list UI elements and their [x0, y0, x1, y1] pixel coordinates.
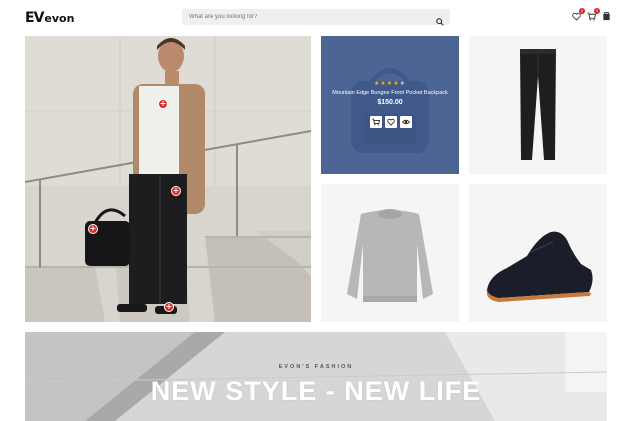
- product-name[interactable]: Mountain Edge Bungee Front Pocket Backpa…: [321, 90, 459, 96]
- wishlist-icon[interactable]: 0: [572, 8, 585, 21]
- product-tile-sweater[interactable]: [321, 184, 459, 322]
- product-tile-pants[interactable]: [469, 36, 607, 174]
- featured-product-card[interactable]: ★★★★★ Mountain Edge Bungee Front Pocket …: [321, 36, 459, 174]
- logo-mark: EV: [25, 10, 44, 26]
- pants-image: [520, 49, 556, 160]
- product-tile-shoe[interactable]: [469, 184, 607, 322]
- sweater-image: [347, 209, 433, 302]
- product-actions: [370, 116, 412, 128]
- add-to-cart-button[interactable]: [370, 116, 382, 128]
- eye-icon: [402, 119, 410, 125]
- hotspot-bag[interactable]: +: [88, 224, 98, 234]
- hotspot-jacket[interactable]: +: [158, 99, 168, 109]
- storefront-page: EV evon 0 0: [0, 0, 632, 421]
- search-bar: [182, 9, 450, 26]
- banner-title[interactable]: NEW STYLE - NEW LIFE: [25, 376, 607, 407]
- heart-icon: [387, 118, 395, 126]
- hotspot-shoes[interactable]: +: [164, 302, 174, 312]
- wishlist-count-badge: 0: [579, 8, 585, 14]
- rating-star: ★: [399, 80, 406, 87]
- site-logo[interactable]: EV evon: [25, 10, 74, 26]
- rating-stars: ★★★★★: [321, 80, 459, 87]
- cart-icon: [372, 118, 380, 126]
- banner-subtitle: EVON'S FASHION: [278, 364, 354, 370]
- hero-photo: [25, 36, 311, 322]
- quick-view-button[interactable]: [400, 116, 412, 128]
- add-to-wishlist-button[interactable]: [385, 116, 397, 128]
- product-price: $150.00: [377, 99, 403, 106]
- shoe-image: [486, 231, 593, 302]
- logo-text: evon: [44, 11, 75, 25]
- promo-banner[interactable]: EVON'S FASHION NEW STYLE - NEW LIFE: [25, 332, 607, 421]
- cart-count-badge: 0: [594, 8, 600, 14]
- cart-icon[interactable]: 0: [587, 8, 600, 21]
- search-input[interactable]: [182, 9, 422, 25]
- header-actions: 0 0: [572, 8, 611, 21]
- hotspot-coat[interactable]: +: [171, 186, 181, 196]
- account-icon[interactable]: [602, 12, 611, 21]
- search-icon[interactable]: [436, 13, 444, 26]
- hero-lookbook-image: + + + +: [25, 36, 311, 322]
